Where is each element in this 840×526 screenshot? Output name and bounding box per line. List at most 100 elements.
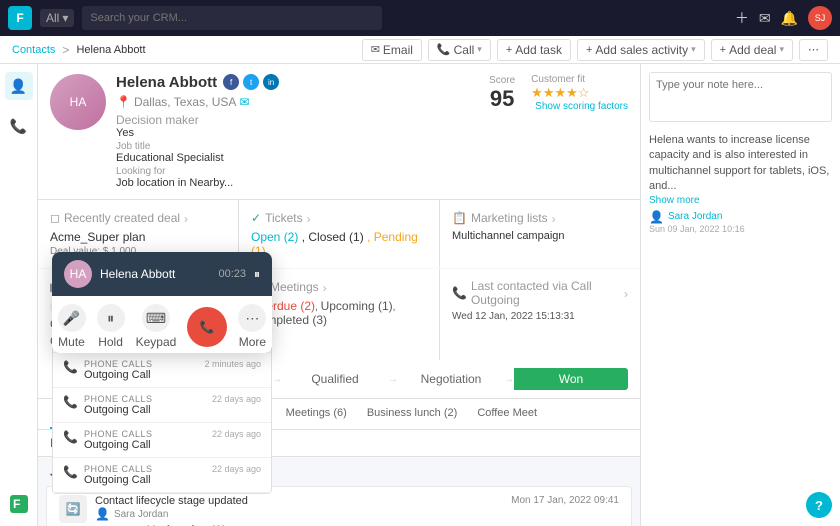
customer-fit-section: Customer fit ★★★★☆ Show scoring factors bbox=[531, 74, 628, 112]
notes-panel: Helena wants to increase license capacit… bbox=[640, 64, 840, 526]
sidebar-icon-freshworks[interactable]: F bbox=[5, 490, 33, 518]
svg-text:F: F bbox=[13, 497, 20, 511]
campaign-name: Multichannel campaign bbox=[452, 230, 628, 242]
call-overlay: HA Helena Abbott 00:23 ⏸ 🎤 Mute ⏸ Hold ⌨… bbox=[52, 252, 272, 353]
deal-card-icon: ◻ bbox=[50, 211, 60, 225]
call-header: HA Helena Abbott 00:23 ⏸ bbox=[52, 252, 272, 296]
call-time-3: 22 days ago bbox=[212, 429, 261, 439]
contact-avatar: HA bbox=[50, 74, 106, 130]
linkedin-icon[interactable]: in bbox=[263, 74, 279, 90]
marketing-icon: 📋 bbox=[452, 211, 467, 225]
top-navigation: F All ▾ ＋ ✉ 🔔 SJ bbox=[0, 0, 840, 36]
user-avatar[interactable]: SJ bbox=[808, 6, 832, 30]
note-time: Sun 09 Jan, 2022 10:16 bbox=[649, 224, 832, 234]
last-contacted-card: 📞 Last contacted via Call Outgoing › Wed… bbox=[440, 269, 640, 360]
contacts-breadcrumb[interactable]: Contacts bbox=[12, 44, 55, 56]
marketing-arrow[interactable]: › bbox=[552, 212, 556, 226]
deal-card-arrow[interactable]: › bbox=[184, 212, 188, 226]
email-action-button[interactable]: ✉ Email bbox=[362, 39, 422, 61]
add-icon[interactable]: ＋ bbox=[735, 8, 749, 28]
tab-meetings[interactable]: Meetings (6) bbox=[276, 399, 357, 429]
main-content: 👤 📞 F HA Helena Abbott f t in bbox=[0, 64, 840, 526]
activity-by-1: Sara Jordan bbox=[114, 509, 168, 520]
call-name-1: Outgoing Call bbox=[84, 369, 199, 381]
phone-icon-2: 📞 bbox=[63, 395, 78, 409]
add-deal-button[interactable]: + Add deal ▾ bbox=[711, 39, 793, 61]
avatar-wrap: HA bbox=[50, 74, 106, 130]
activity-time-1: Mon 17 Jan, 2022 09:41 bbox=[511, 495, 619, 506]
call-type-4: PHONE CALLS bbox=[84, 464, 206, 474]
end-call-icon: 📞 bbox=[200, 320, 215, 334]
tab-business-lunch[interactable]: Business lunch (2) bbox=[357, 399, 468, 429]
recent-act-item-2: 📞 PHONE CALLS Outgoing Call 22 days ago bbox=[53, 388, 271, 423]
activity-icon-1: 🔄 bbox=[59, 495, 87, 523]
tab-coffee-meet[interactable]: Coffee Meet bbox=[467, 399, 547, 429]
phone-icon-4: 📞 bbox=[63, 465, 78, 479]
profile-header: HA Helena Abbott f t in 📍 Dallas, Texas,… bbox=[38, 64, 640, 200]
call-name-2: Outgoing Call bbox=[84, 404, 206, 416]
note-author-icon: 👤 bbox=[649, 210, 664, 224]
stage-won[interactable]: Won bbox=[514, 368, 628, 390]
keypad-icon: ⌨ bbox=[142, 304, 170, 332]
recent-act-item-4: 📞 PHONE CALLS Outgoing Call 22 days ago bbox=[53, 458, 271, 493]
phone-icon-1: 📞 bbox=[63, 360, 78, 374]
add-task-button[interactable]: + Add task bbox=[497, 39, 571, 61]
call-pause-icon[interactable]: ⏸ bbox=[254, 267, 260, 282]
social-icons: f t in bbox=[223, 74, 279, 90]
stage-qualified[interactable]: Qualified bbox=[282, 368, 388, 390]
hold-button[interactable]: ⏸ Hold bbox=[97, 304, 125, 349]
last-contact-date: Wed 12 Jan, 2022 15:13:31 bbox=[452, 311, 628, 322]
score-value: 95 bbox=[489, 86, 515, 112]
sidebar-icon-contact[interactable]: 👤 bbox=[5, 72, 33, 100]
meetings-arrow[interactable]: › bbox=[323, 281, 327, 295]
sidebar-icon-phone[interactable]: 📞 bbox=[5, 112, 33, 140]
email-icon[interactable]: ✉ bbox=[759, 10, 771, 27]
end-call-button[interactable]: 📞 bbox=[187, 307, 227, 347]
note-author-name: Sara Jordan bbox=[668, 211, 722, 222]
notes-textarea[interactable] bbox=[649, 72, 832, 122]
call-type-3: PHONE CALLS bbox=[84, 429, 206, 439]
all-modules-button[interactable]: All ▾ bbox=[40, 9, 74, 27]
facebook-icon[interactable]: f bbox=[223, 74, 239, 90]
call-contact-name: Helena Abbott bbox=[100, 267, 210, 281]
tickets-icon: ✓ bbox=[251, 211, 261, 225]
contact-location: 📍 Dallas, Texas, USA ✉ bbox=[116, 95, 471, 109]
global-search-input[interactable] bbox=[82, 6, 382, 30]
twitter-icon[interactable]: t bbox=[243, 74, 259, 90]
deal-name: Acme_Super plan bbox=[50, 230, 226, 244]
add-sales-activity-button[interactable]: + Add sales activity ▾ bbox=[577, 39, 705, 61]
contact-actions: ✉ Email 📞 Call ▾ + Add task + Add sales … bbox=[362, 39, 828, 61]
last-contacted-arrow[interactable]: › bbox=[624, 287, 628, 301]
sub-navigation: Contacts > Helena Abbott ✉ Email 📞 Call … bbox=[0, 36, 840, 64]
left-sidebar: 👤 📞 F bbox=[0, 64, 38, 526]
more-options-button[interactable]: ⋯ More bbox=[238, 304, 266, 349]
call-name-4: Outgoing Call bbox=[84, 474, 206, 486]
recent-act-item-1: 📞 PHONE CALLS Outgoing Call 2 minutes ag… bbox=[53, 353, 271, 388]
phone-icon-3: 📞 bbox=[63, 430, 78, 444]
note-content: Helena wants to increase license capacit… bbox=[649, 133, 832, 195]
more-actions-button[interactable]: ⋯ bbox=[799, 39, 828, 61]
notification-bell-icon[interactable]: 🔔 bbox=[781, 10, 798, 27]
keypad-button[interactable]: ⌨ Keypad bbox=[136, 304, 177, 349]
tickets-status: Open (2) , Closed (1) , Pending (1) bbox=[251, 230, 427, 258]
contact-name: Helena Abbott bbox=[116, 74, 217, 91]
call-time-4: 22 days ago bbox=[212, 464, 261, 474]
meetings-status: Overdue (2), Upcoming (1), Completed (3) bbox=[251, 299, 427, 327]
breadcrumb-separator: > bbox=[62, 43, 69, 57]
call-action-button[interactable]: 📞 Call ▾ bbox=[428, 39, 491, 61]
show-more-link[interactable]: Show more bbox=[649, 195, 832, 206]
call-type-2: PHONE CALLS bbox=[84, 394, 206, 404]
call-time-2: 22 days ago bbox=[212, 394, 261, 404]
recent-act-item-3: 📞 PHONE CALLS Outgoing Call 22 days ago bbox=[53, 423, 271, 458]
tickets-arrow[interactable]: › bbox=[307, 212, 311, 226]
more-options-icon: ⋯ bbox=[238, 304, 266, 332]
contact-name-breadcrumb: Helena Abbott bbox=[76, 44, 145, 56]
activity-by-icon-1: 👤 bbox=[95, 507, 110, 521]
help-button[interactable]: ? bbox=[806, 492, 832, 518]
app-logo[interactable]: F bbox=[8, 6, 32, 30]
mute-button[interactable]: 🎤 Mute bbox=[58, 304, 86, 349]
customer-fit-stars: ★★★★☆ bbox=[531, 85, 628, 101]
stage-negotiation[interactable]: Negotiation bbox=[398, 368, 504, 390]
nav-icon-group: ＋ ✉ 🔔 SJ bbox=[735, 6, 832, 30]
show-scoring-link[interactable]: Show scoring factors bbox=[535, 101, 628, 112]
